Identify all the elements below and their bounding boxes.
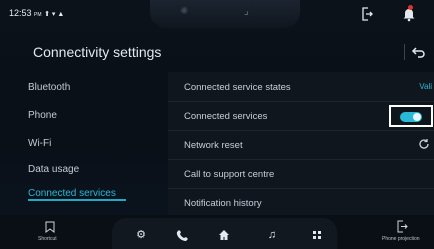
row-label: Notification history bbox=[184, 198, 262, 209]
row-connected-service-states[interactable]: Connected service states Vali bbox=[168, 72, 434, 102]
phone-projection-label[interactable]: Phone projection bbox=[382, 236, 420, 242]
sidebar-item-data-usage[interactable]: Data usage bbox=[28, 164, 79, 175]
sidebar-item-wifi[interactable]: Wi-Fi bbox=[28, 138, 51, 149]
apps-grid-icon[interactable] bbox=[311, 229, 323, 241]
time-text: 12:53 bbox=[9, 8, 32, 18]
active-item-underline bbox=[28, 199, 126, 201]
shortcut-label[interactable]: Shortcut bbox=[38, 236, 57, 242]
row-label: Connected service states bbox=[184, 82, 291, 93]
page-title: Connectivity settings bbox=[33, 44, 162, 60]
row-notification-history[interactable]: Notification history bbox=[168, 188, 434, 218]
row-connected-services[interactable]: Connected services bbox=[168, 101, 434, 131]
music-note-icon[interactable]: ♫ bbox=[266, 229, 278, 241]
row-call-support[interactable]: Call to support centre bbox=[168, 159, 434, 189]
bookmark-icon[interactable] bbox=[45, 221, 55, 233]
settings-list: Connected service states Vali Connected … bbox=[168, 72, 434, 216]
sidebar-item-connected-services[interactable]: Connected services bbox=[28, 188, 116, 199]
app-screen: 12:53 PM ⬆ ▾ ▲ ✺ ⌟ Connectivity settings… bbox=[0, 0, 434, 249]
toggle-track bbox=[400, 112, 422, 122]
status-indicators: ⬆ ▾ ▲ bbox=[44, 11, 65, 18]
status-bar: 12:53 PM ⬆ ▾ ▲ ✺ ⌟ bbox=[0, 0, 434, 32]
fan-icon: ✺ bbox=[180, 6, 189, 17]
sidebar-item-bluetooth[interactable]: Bluetooth bbox=[28, 82, 70, 93]
toggle-knob bbox=[413, 113, 421, 121]
header-divider bbox=[404, 44, 405, 60]
wiper-icon: ⌟ bbox=[244, 6, 249, 17]
notification-dot bbox=[408, 5, 413, 10]
back-arrow-icon bbox=[411, 47, 425, 58]
home-icon[interactable] bbox=[218, 229, 230, 241]
sidebar-item-phone[interactable]: Phone bbox=[28, 110, 57, 121]
back-button[interactable] bbox=[411, 44, 427, 60]
exit-icon[interactable] bbox=[361, 7, 373, 21]
connected-services-toggle[interactable] bbox=[389, 105, 433, 127]
top-center-panel[interactable]: ✺ ⌟ bbox=[150, 0, 300, 28]
refresh-icon bbox=[419, 139, 429, 149]
status-time: 12:53 PM ⬆ ▾ ▲ bbox=[9, 8, 64, 18]
row-label: Network reset bbox=[184, 140, 243, 151]
row-label: Call to support centre bbox=[184, 169, 275, 180]
row-label: Connected services bbox=[184, 111, 268, 122]
phone-icon[interactable] bbox=[176, 229, 188, 241]
row-value: Vali bbox=[419, 82, 432, 91]
time-ampm: PM bbox=[34, 12, 42, 18]
row-network-reset[interactable]: Network reset bbox=[168, 130, 434, 160]
phone-projection-icon[interactable] bbox=[397, 220, 408, 233]
settings-gear-icon[interactable]: ⚙ bbox=[135, 229, 147, 241]
